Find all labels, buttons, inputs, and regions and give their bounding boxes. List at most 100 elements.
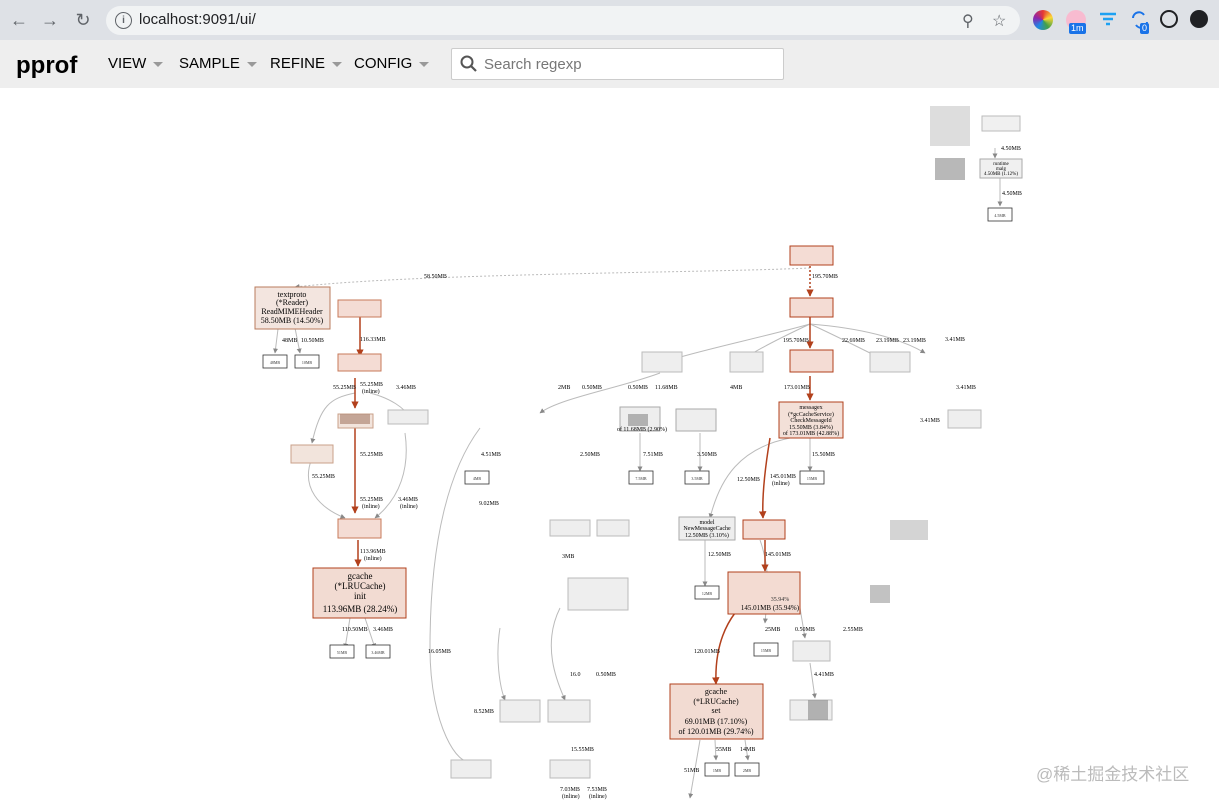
edge-label: (inline)	[562, 793, 580, 800]
edge-label: (inline)	[772, 480, 790, 487]
edge-label: 25MB	[765, 627, 780, 633]
node-label: 4.50MB (1.12%)	[984, 172, 1018, 177]
extension-filter-icon[interactable]	[1098, 10, 1118, 30]
edge-label: 55.25MB	[360, 452, 383, 458]
menu-view[interactable]: VIEW	[108, 55, 164, 72]
zoom-icon[interactable]: ⚲	[962, 11, 974, 31]
edge-label: 16.05MB	[428, 649, 451, 655]
edge-label: 0.50MB	[795, 627, 815, 633]
edge-label: 55.25MB	[333, 385, 356, 391]
edge-label: 10.50MB	[301, 338, 324, 344]
search-box[interactable]	[451, 48, 784, 80]
node-label: init	[354, 591, 367, 601]
menu-refine[interactable]: REFINE	[270, 55, 343, 72]
pprof-header: pprof VIEW SAMPLE REFINE CONFIG	[0, 40, 1219, 88]
leaf-label: 51MB	[337, 650, 348, 655]
leaf-boxes[interactable]	[262, 207, 1013, 777]
extension-badge: 1m	[1069, 23, 1086, 34]
node-label: of 173.01MB (42.88%)	[783, 430, 839, 437]
node-runtime-malg[interactable]: runtime malg 4.50MB (1.12%)	[979, 158, 1023, 179]
edge-label: 3MB	[562, 554, 574, 560]
edge-label: 2.55MB	[843, 627, 863, 633]
leaf-label: 7.5MB	[635, 476, 647, 481]
call-graph[interactable]: textproto (*Reader) ReadMIMEHeader 58.50…	[0, 88, 1219, 803]
edge-label: (inline)	[400, 503, 418, 510]
node-label: 145.01MB (35.94%)	[741, 604, 800, 612]
edge-label: 173.01MB	[784, 385, 810, 391]
search-input[interactable]	[482, 55, 776, 74]
edge-label: 2MB	[558, 385, 570, 391]
node-label: CheckMessageId	[790, 418, 831, 424]
edge-label: (inline)	[589, 793, 607, 800]
edge-label: 3.50MB	[697, 452, 717, 458]
leaf-label: 1MB	[713, 768, 722, 773]
node-model-newmessagecache[interactable]: model NewMessageCache 12.50MB (3.10%)	[678, 516, 736, 541]
edge-label: 16.0	[570, 672, 581, 678]
edge-label: 195.70MB	[783, 338, 809, 344]
edge-label: 15.50MB	[812, 452, 835, 458]
node-textproto-readmimeheader[interactable]: textproto (*Reader) ReadMIMEHeader 58.50…	[254, 286, 331, 330]
graph-small-nodes[interactable]	[290, 106, 1021, 779]
node-label: 58.50MB (14.50%)	[261, 316, 324, 325]
menu-label: SAMPLE	[179, 55, 240, 72]
node-label: NewMessageCache	[683, 526, 731, 532]
hot-path-edges	[351, 258, 814, 685]
node-label: (*LRUCache)	[693, 697, 739, 706]
edge-label: 55.25MB	[312, 474, 335, 480]
edge-label: 4MB	[730, 385, 742, 391]
extension-badge: 0	[1140, 23, 1150, 34]
edge-label: 51MB	[684, 768, 699, 774]
reload-icon[interactable]: ↻	[72, 9, 94, 31]
menu-sample[interactable]: SAMPLE	[179, 55, 257, 72]
menu-config[interactable]: CONFIG	[354, 55, 430, 72]
edge-label: 14MB	[740, 747, 755, 753]
node-label: ReadMIMEHeader	[261, 307, 323, 316]
edge-label: 145.01MB	[765, 552, 791, 558]
site-info-icon[interactable]: i	[115, 12, 132, 29]
url-text[interactable]: localhost:9091/ui/	[139, 11, 256, 28]
github-icon[interactable]	[1190, 10, 1208, 28]
back-icon[interactable]: ←	[8, 9, 30, 31]
edge-label: 4.50MB	[1002, 191, 1022, 197]
chevron-down-icon	[246, 61, 257, 67]
edge-label: 3.41MB	[945, 337, 965, 343]
node-label: of 11.68MB (2.90%)	[617, 426, 667, 433]
chevron-down-icon	[153, 61, 164, 67]
leaf-label: 2MB	[743, 768, 752, 773]
node-messagex-checkmessageid[interactable]: messagex (*gcCacheService) CheckMessageI…	[778, 401, 844, 439]
edge-label: 195.70MB	[812, 274, 838, 280]
leaf-label: 48MB	[270, 360, 281, 365]
node-label: gcache	[705, 687, 728, 696]
edge-label: 23.19MB	[876, 338, 899, 344]
extension-color-icon[interactable]	[1033, 10, 1053, 30]
extension-timer-icon[interactable]: 1m	[1066, 10, 1086, 34]
node-label: 69.01MB (17.10%)	[685, 717, 748, 726]
edge-label: (inline)	[364, 555, 382, 562]
search-icon	[460, 55, 477, 72]
edge-label: (inline)	[362, 388, 380, 395]
node-hot-145mb[interactable]: 35.94% 145.01MB (35.94%)	[727, 571, 801, 615]
edge-label: 55.25MB	[360, 382, 383, 388]
forward-icon[interactable]: →	[39, 9, 61, 31]
node-label: (*Reader)	[276, 298, 308, 307]
bookmark-star-icon[interactable]: ☆	[992, 11, 1006, 31]
edge-label: 0.50MB	[628, 385, 648, 391]
extension-sync-icon[interactable]: 0	[1130, 10, 1150, 34]
node-lrucache-init[interactable]: gcache (*LRUCache) init 113.96MB (28.24%…	[312, 567, 407, 619]
edge-label: 120.01MB	[694, 649, 720, 655]
node-label: (*LRUCache)	[335, 581, 386, 591]
edge-label: 8.52MB	[474, 709, 494, 715]
pprof-logo[interactable]: pprof	[16, 52, 77, 80]
edge-label: 7.53MB	[587, 787, 607, 793]
edge-label: 4.41MB	[814, 672, 834, 678]
edge-label: 15.55MB	[571, 747, 594, 753]
address-bar[interactable]: i localhost:9091/ui/ ⚲ ☆	[106, 6, 1020, 35]
leaf-label: 10MB	[302, 360, 313, 365]
extension-check-icon[interactable]	[1160, 10, 1178, 28]
edge-label: 0.50MB	[582, 385, 602, 391]
edge-label: 3.41MB	[920, 418, 940, 424]
edge-label: 110.50MB	[342, 627, 368, 633]
leaf-label: 3.46MB	[371, 650, 385, 655]
node-lrucache-set[interactable]: gcache (*LRUCache) set 69.01MB (17.10%) …	[669, 683, 764, 740]
edge-label: 48MB	[282, 338, 297, 344]
